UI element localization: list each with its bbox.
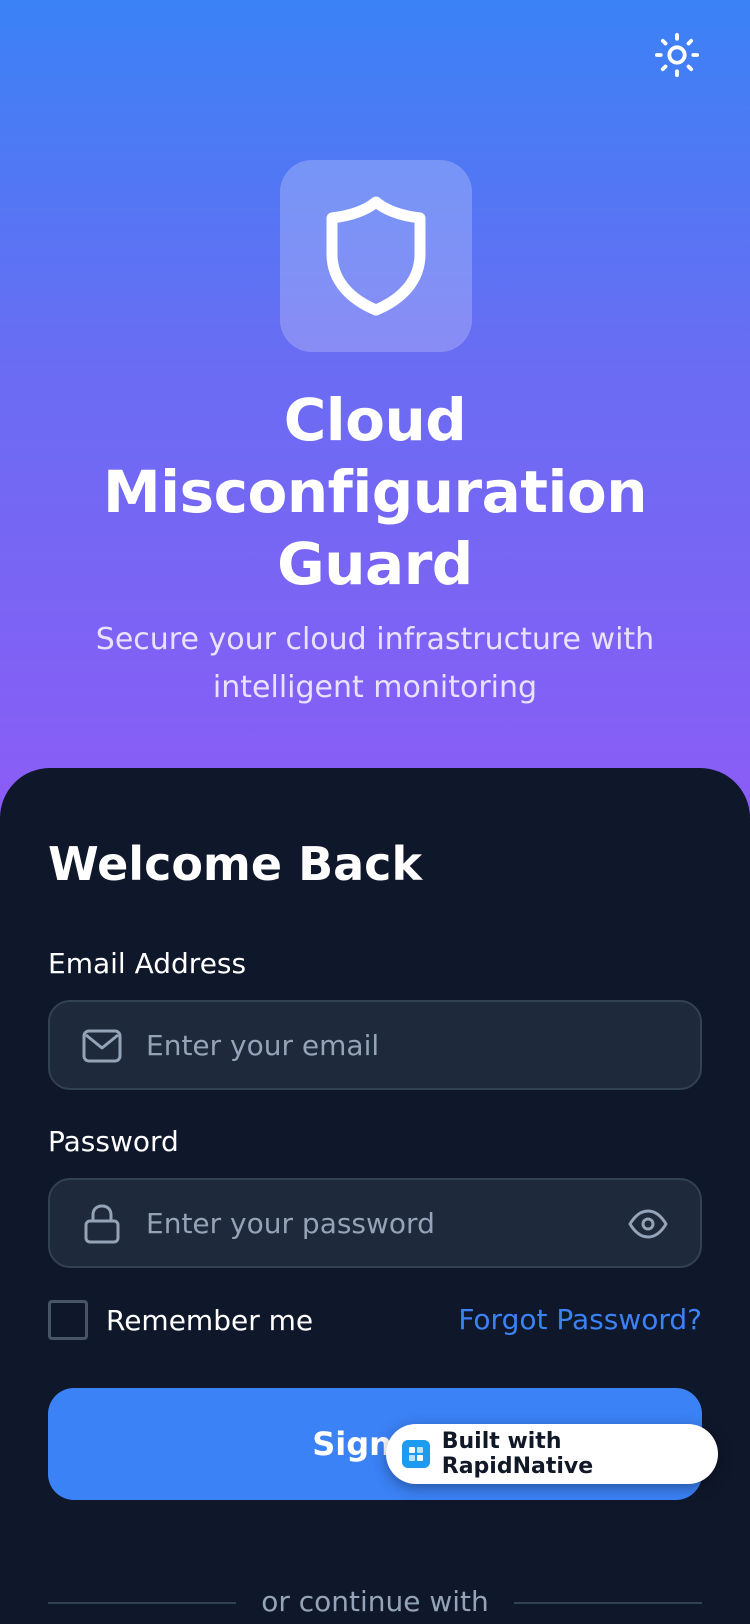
divider-line-left <box>48 1602 236 1604</box>
app-logo <box>280 160 472 352</box>
remember-me-checkbox[interactable] <box>48 1300 88 1340</box>
lock-icon <box>82 1204 122 1244</box>
password-label: Password <box>48 1125 179 1158</box>
email-label: Email Address <box>48 947 247 980</box>
app-subtitle: Secure your cloud infrastructure with in… <box>95 622 655 705</box>
app-title: Cloud Misconfiguration Guard <box>102 386 648 598</box>
eye-icon[interactable] <box>626 1202 670 1246</box>
built-with-badge[interactable]: Built with RapidNative <box>386 1424 718 1484</box>
password-input[interactable] <box>146 1180 586 1266</box>
password-field-container <box>48 1178 702 1268</box>
remember-me-toggle[interactable]: Remember me <box>48 1300 313 1340</box>
divider-text: or continue with <box>261 1585 489 1618</box>
badge-text: Built with RapidNative <box>441 1429 594 1479</box>
remember-me-label: Remember me <box>106 1303 314 1337</box>
email-field-container <box>48 1000 702 1090</box>
welcome-heading: Welcome Back <box>48 837 423 891</box>
divider-line-right <box>514 1602 702 1604</box>
shield-icon <box>326 196 426 316</box>
email-input[interactable] <box>146 1002 586 1088</box>
mail-icon <box>82 1026 122 1066</box>
rapidnative-logo-icon <box>402 1440 430 1468</box>
forgot-password-link[interactable]: Forgot Password? <box>458 1300 702 1340</box>
theme-toggle-button[interactable] <box>652 30 702 80</box>
sun-icon <box>654 32 700 78</box>
